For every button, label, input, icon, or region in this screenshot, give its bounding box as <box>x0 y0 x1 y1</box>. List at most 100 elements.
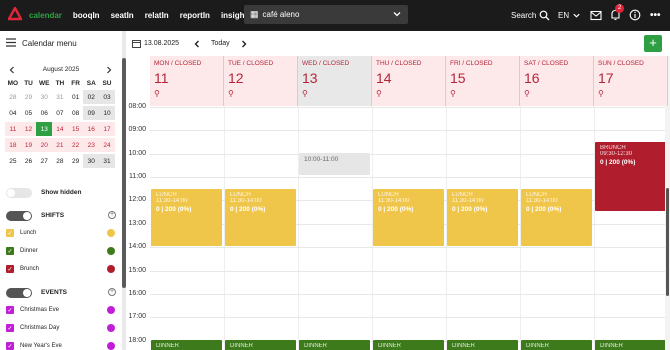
nav-reportin[interactable]: reportIn <box>180 11 210 20</box>
date-display[interactable]: 13.08.2025 <box>144 40 179 47</box>
lunch-shift-block[interactable]: LUNCH 11:30-14:00 0 | 200 (0%) <box>151 189 222 246</box>
shift-checkbox[interactable]: ✓ <box>6 265 14 273</box>
mini-calendar-day[interactable]: 05 <box>21 106 37 120</box>
calendar-scroll-thumb[interactable] <box>666 188 669 296</box>
mini-calendar-day[interactable]: 26 <box>21 154 37 168</box>
info-icon[interactable] <box>629 9 641 21</box>
mini-calendar-day[interactable]: 06 <box>36 106 52 120</box>
event-checkbox[interactable]: ✓ <box>6 342 14 350</box>
mini-calendar-day[interactable]: 22 <box>67 138 84 152</box>
mini-calendar-day[interactable]: 10 <box>99 106 115 120</box>
mini-calendar-day[interactable]: 03 <box>99 90 115 104</box>
mini-calendar-day[interactable]: 31 <box>52 90 68 104</box>
lunch-shift-block[interactable]: LUNCH 11:30-14:00 0 | 200 (0%) <box>373 189 444 246</box>
shift-color-dot[interactable] <box>107 247 115 255</box>
day-header[interactable]: WED / CLOSED 13 ⚲ <box>298 56 372 106</box>
nav-seatin[interactable]: seatIn <box>111 11 134 20</box>
dinner-shift-block[interactable]: DINNER <box>595 340 666 350</box>
mini-calendar-day[interactable]: 28 <box>52 154 68 168</box>
day-header[interactable]: MON / CLOSED 11 ⚲ <box>150 56 224 106</box>
mini-calendar-day[interactable]: 15 <box>67 122 84 136</box>
mini-calendar-day[interactable]: 12 <box>20 122 37 136</box>
closed-icon: ⚲ <box>450 89 456 98</box>
event-checkbox[interactable]: ✓ <box>6 306 14 314</box>
show-hidden-toggle[interactable] <box>6 188 32 198</box>
mini-calendar-day[interactable]: 30 <box>36 90 52 104</box>
dinner-shift-block[interactable]: DINNER <box>225 340 296 350</box>
mini-calendar-day[interactable]: 31 <box>99 154 115 168</box>
mini-calendar-day[interactable]: 29 <box>68 154 84 168</box>
mini-calendar-day[interactable]: 28 <box>5 90 21 104</box>
language-select[interactable]: EN <box>558 0 581 31</box>
day-number: 14 <box>376 70 392 86</box>
mini-calendar-day[interactable]: 16 <box>83 122 100 136</box>
day-status-label: WED / CLOSED <box>302 60 350 67</box>
app-logo-icon[interactable] <box>8 7 22 21</box>
chevron-right-icon[interactable] <box>241 40 247 48</box>
mini-calendar-day[interactable]: 21 <box>52 138 68 152</box>
nav-calendar[interactable]: calendar <box>29 11 62 20</box>
mini-calendar: MO TU WE TH FR SA SU 28 29 30 31 01 02 03 04 05 06 07 08 0… <box>5 78 115 170</box>
brunch-shift-block[interactable]: BRUNCH 09:30-12:30 0 | 200 (0%) <box>595 142 666 211</box>
day-header[interactable]: SAT / CLOSED 16 ⚲ <box>520 56 594 106</box>
dinner-shift-block[interactable]: DINNER <box>151 340 222 350</box>
mini-calendar-day[interactable]: 25 <box>5 154 21 168</box>
event-color-dot[interactable] <box>107 306 115 314</box>
day-header[interactable]: TUE / CLOSED 12 ⚲ <box>224 56 298 106</box>
mini-calendar-day[interactable]: 11 <box>5 122 21 136</box>
nav-booqin[interactable]: booqIn <box>73 11 100 20</box>
lunch-shift-block[interactable]: LUNCH 11:30-14:00 0 | 200 (0%) <box>447 189 518 246</box>
day-number: 16 <box>524 70 540 86</box>
dinner-shift-block[interactable]: DINNER <box>373 340 444 350</box>
mini-calendar-day[interactable]: 07 <box>52 106 68 120</box>
mini-calendar-day[interactable]: 02 <box>83 90 100 104</box>
lunch-shift-block[interactable]: LUNCH 11:30-14:00 0 | 200 (0%) <box>225 189 296 246</box>
shift-title: DINNER <box>230 343 254 349</box>
events-toggle[interactable] <box>6 288 32 298</box>
day-header[interactable]: THU / CLOSED 14 ⚲ <box>372 56 446 106</box>
mini-calendar-day[interactable]: 19 <box>20 138 37 152</box>
shift-checkbox[interactable]: ✓ <box>6 247 14 255</box>
shift-color-dot[interactable] <box>107 265 115 273</box>
mini-calendar-day[interactable]: 23 <box>83 138 100 152</box>
nav-relatin[interactable]: relatIn <box>145 11 169 20</box>
mini-calendar-day[interactable]: 09 <box>83 106 100 120</box>
shift-checkbox[interactable]: ✓ <box>6 229 14 237</box>
dinner-shift-block[interactable]: DINNER <box>521 340 592 350</box>
lunch-shift-block[interactable]: LUNCH 11:30-14:00 0 | 200 (0%) <box>521 189 592 246</box>
mini-calendar-day[interactable]: 30 <box>83 154 100 168</box>
mini-calendar-day[interactable]: 13 <box>36 122 53 136</box>
more-icon[interactable]: ••• <box>650 0 661 31</box>
mini-calendar-day[interactable]: 29 <box>21 90 37 104</box>
calendar-icon[interactable] <box>132 39 141 48</box>
venue-select[interactable]: ▦ café aleno <box>244 5 408 24</box>
mini-calendar-day[interactable]: 01 <box>68 90 84 104</box>
today-button[interactable]: Today <box>211 40 230 47</box>
dinner-shift-block[interactable]: DINNER <box>447 340 518 350</box>
mini-calendar-day[interactable]: 27 <box>36 154 52 168</box>
add-shift-icon[interactable]: + <box>108 211 116 219</box>
timeslot-block[interactable]: 10:00-11:00 <box>299 153 370 175</box>
hamburger-icon[interactable] <box>6 38 16 47</box>
search-button[interactable]: Search <box>511 0 550 31</box>
mini-calendar-day[interactable]: 08 <box>68 106 84 120</box>
mail-icon[interactable] <box>590 10 602 21</box>
mini-calendar-day[interactable]: 20 <box>36 138 53 152</box>
event-color-dot[interactable] <box>107 324 115 332</box>
shifts-toggle[interactable] <box>6 211 32 221</box>
event-checkbox[interactable]: ✓ <box>6 324 14 332</box>
add-event-icon[interactable]: + <box>108 288 116 296</box>
mini-calendar-day[interactable]: 24 <box>99 138 115 152</box>
dinner-shift-block[interactable]: DINNER <box>299 340 370 350</box>
chevron-right-icon[interactable] <box>106 66 112 74</box>
event-color-dot[interactable] <box>107 342 115 350</box>
add-button[interactable]: + <box>644 35 662 52</box>
mini-calendar-day[interactable]: 18 <box>5 138 21 152</box>
day-header[interactable]: FRI / CLOSED 15 ⚲ <box>446 56 520 106</box>
mini-calendar-day[interactable]: 04 <box>5 106 21 120</box>
mini-calendar-day[interactable]: 17 <box>99 122 115 136</box>
day-header[interactable]: SUN / CLOSED 17 ⚲ <box>594 56 668 106</box>
shift-color-dot[interactable] <box>107 229 115 237</box>
chevron-left-icon[interactable] <box>194 40 200 48</box>
mini-calendar-day[interactable]: 14 <box>52 122 68 136</box>
